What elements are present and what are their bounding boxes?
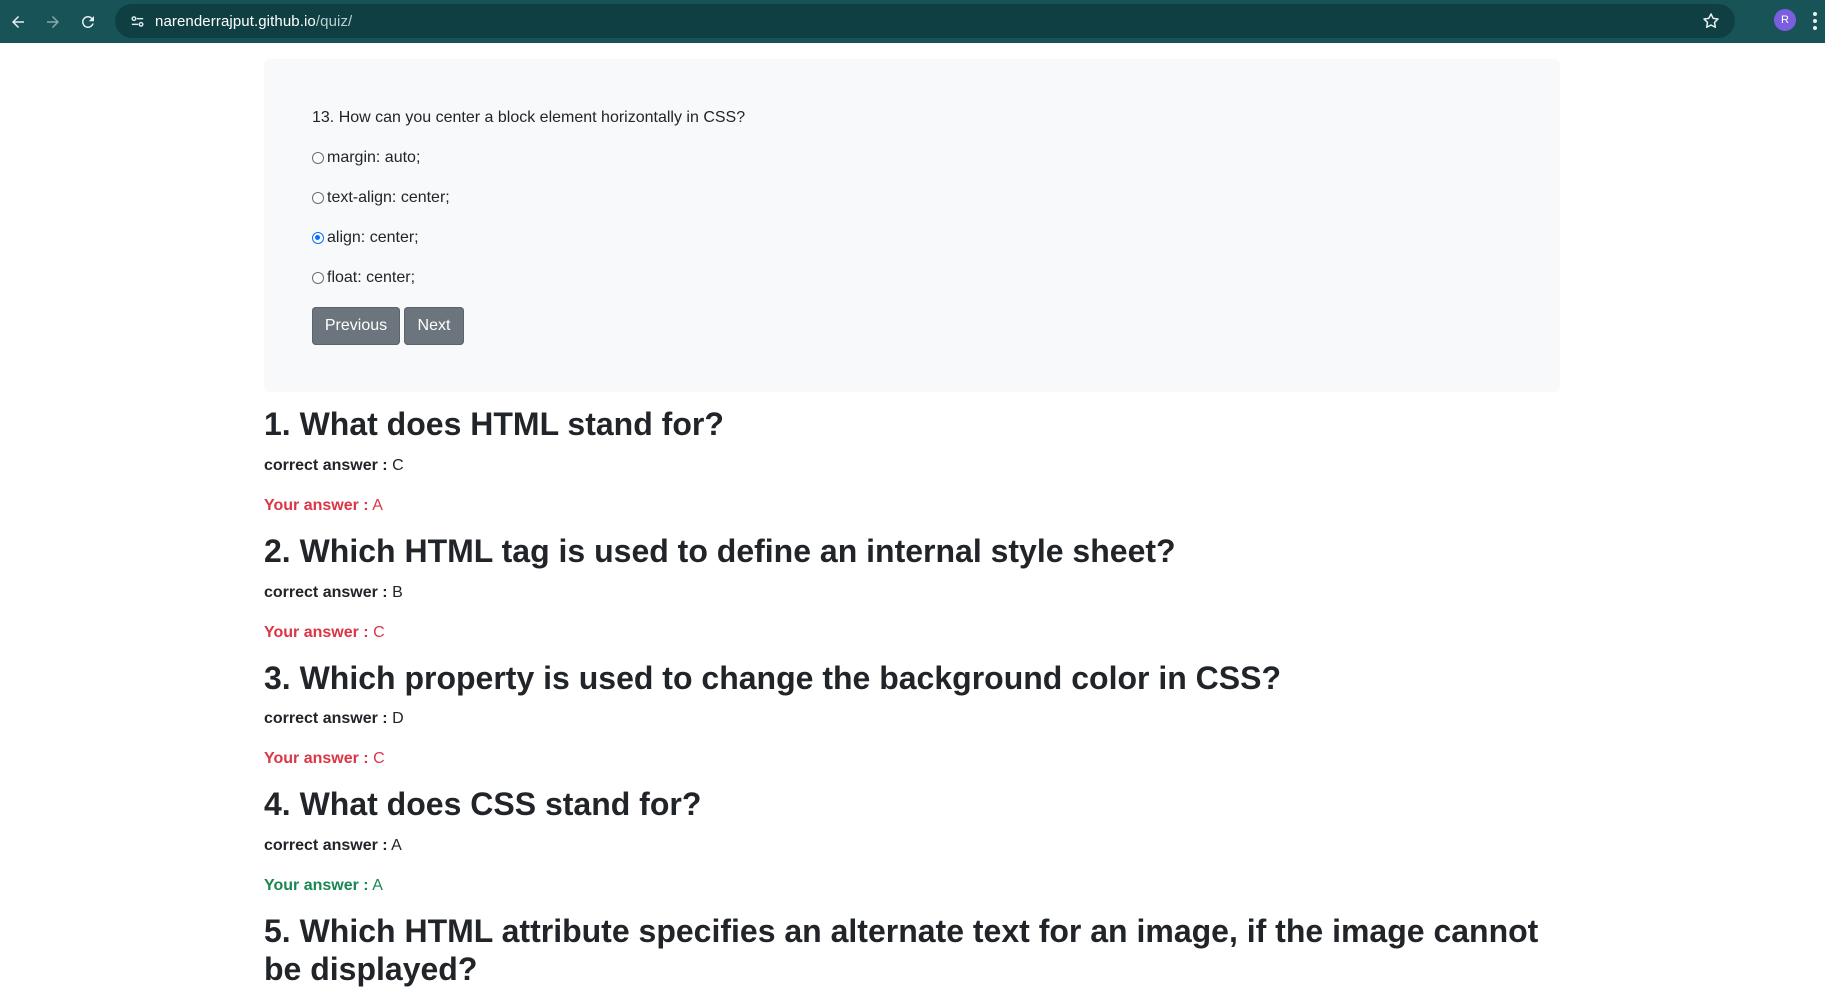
your-answer-value: C: [373, 750, 385, 767]
correct-answer-line: correct answer : A: [264, 837, 402, 855]
url-path: /quiz/: [315, 12, 353, 30]
address-bar[interactable]: narenderrajput.github.io/quiz/: [115, 4, 1735, 38]
next-button[interactable]: Next: [404, 307, 464, 345]
your-answer-label: Your answer :: [264, 750, 369, 767]
result-question-title: 5. Which HTML attribute specifies an alt…: [264, 913, 1539, 987]
correct-answer-value: B: [392, 584, 403, 601]
correct-answer-value: A: [391, 837, 402, 854]
url-host: narenderrajput.github.io: [155, 12, 316, 30]
correct-answer-label: correct answer :: [264, 837, 388, 854]
option-c[interactable]: align: center;: [312, 229, 419, 247]
radio-option-b[interactable]: [312, 192, 324, 204]
option-c-label: align: center;: [327, 229, 419, 246]
radio-option-a[interactable]: [312, 152, 324, 164]
your-answer-value: A: [372, 877, 383, 894]
previous-button[interactable]: Previous: [312, 307, 400, 345]
option-d[interactable]: float: center;: [312, 269, 415, 287]
url-text[interactable]: narenderrajput.github.io/quiz/: [155, 13, 352, 30]
option-d-label: float: center;: [327, 269, 416, 286]
correct-answer-line: correct answer : D: [264, 710, 404, 728]
your-answer-value: A: [372, 497, 383, 514]
correct-answer-label: correct answer :: [264, 710, 388, 727]
correct-answer-line: correct answer : B: [264, 584, 403, 602]
your-answer-label: Your answer :: [264, 497, 369, 514]
arrow-left-icon: [12, 15, 24, 28]
your-answer-line: Your answer : C: [264, 750, 385, 768]
reload-button[interactable]: [71, 5, 105, 39]
correct-answer-label: correct answer :: [264, 457, 388, 474]
your-answer-line: Your answer : A: [264, 497, 383, 515]
result-question-title: 2. Which HTML tag is used to define an i…: [264, 533, 1176, 569]
back-button[interactable]: [1, 5, 35, 39]
your-answer-line: Your answer : A: [264, 877, 383, 895]
tune-icon: [130, 15, 144, 27]
radio-option-d[interactable]: [312, 272, 324, 284]
option-a-label: margin: auto;: [327, 149, 421, 166]
correct-answer-value: C: [392, 457, 404, 474]
correct-answer-value: D: [392, 710, 404, 727]
your-answer-value: C: [373, 624, 385, 641]
option-b-label: text-align: center;: [327, 189, 450, 206]
reload-icon: [82, 15, 94, 28]
arrow-right-icon: [47, 15, 59, 28]
site-info-button[interactable]: [121, 5, 153, 37]
result-question-title: 3. Which property is used to change the …: [264, 660, 1282, 696]
result-question-title: 1. What does HTML stand for?: [264, 406, 724, 442]
option-a[interactable]: margin: auto;: [312, 149, 420, 167]
quiz-card: 13. How can you center a block element h…: [264, 59, 1560, 392]
profile-avatar[interactable]: R: [1774, 9, 1796, 31]
your-answer-label: Your answer :: [264, 624, 369, 641]
correct-answer-line: correct answer : C: [264, 457, 404, 475]
your-answer-label: Your answer :: [264, 877, 369, 894]
correct-answer-label: correct answer :: [264, 584, 388, 601]
your-answer-line: Your answer : C: [264, 624, 385, 642]
result-question-title: 4. What does CSS stand for?: [264, 786, 702, 822]
bookmark-star-icon[interactable]: [1701, 11, 1721, 31]
option-b[interactable]: text-align: center;: [312, 189, 450, 207]
forward-button[interactable]: [36, 5, 70, 39]
radio-option-c[interactable]: [312, 232, 324, 244]
browser-toolbar: narenderrajput.github.io/quiz/ R: [0, 0, 1825, 43]
more-menu-icon[interactable]: [1810, 8, 1820, 34]
question-text: 13. How can you center a block element h…: [312, 109, 746, 126]
